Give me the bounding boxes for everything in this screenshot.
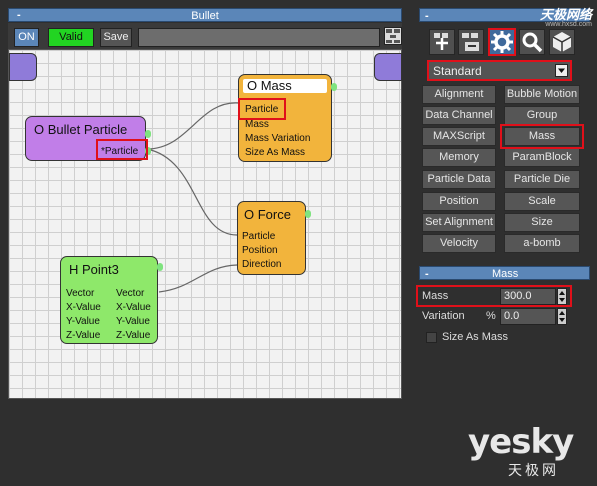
- mass-node-title: O Mass: [247, 78, 292, 93]
- yesky-watermark: yesky 天极网: [468, 424, 588, 482]
- force-out-port[interactable]: [305, 210, 311, 218]
- op-memory[interactable]: Memory: [422, 148, 496, 167]
- size-as-mass-label: Size As Mass: [442, 331, 509, 343]
- search-button[interactable]: [519, 29, 545, 55]
- mass-out-port[interactable]: [331, 83, 337, 91]
- op-mass[interactable]: Mass: [504, 127, 580, 146]
- point3-right-0: Vector: [116, 288, 145, 299]
- variation-label: Variation: [422, 310, 465, 322]
- variation-unit: %: [486, 310, 496, 322]
- op-bubble-motion[interactable]: Bubble Motion: [504, 85, 580, 104]
- gear-icon: [491, 31, 513, 53]
- yesky-brand-cn: 天极网: [508, 462, 559, 478]
- category-dropdown-value: Standard: [433, 64, 482, 78]
- op-maxscript[interactable]: MAXScript: [422, 127, 496, 146]
- op-velocity[interactable]: Velocity: [422, 234, 496, 253]
- node-graph-canvas[interactable]: O Bullet Particle *Particle O Mass Parti…: [8, 49, 402, 399]
- add-node-icon: [434, 33, 448, 50]
- op-paramblock[interactable]: ParamBlock: [504, 148, 580, 167]
- operator-grid: Alignment Bubble Motion Data Channel Gro…: [422, 85, 584, 260]
- bullet-particle-out-port-2[interactable]: [145, 147, 151, 155]
- point3-out-port[interactable]: [157, 263, 163, 271]
- graph-title-bar[interactable]: - Bullet: [8, 8, 402, 22]
- bullet-particle-node[interactable]: O Bullet Particle *Particle: [25, 116, 146, 161]
- bullet-particle-output: *Particle: [101, 146, 139, 157]
- variation-spinner[interactable]: [557, 308, 567, 325]
- op-particle-data[interactable]: Particle Data: [422, 170, 496, 189]
- script-name-field[interactable]: [138, 28, 380, 47]
- settings-button[interactable]: [488, 28, 516, 56]
- size-as-mass-checkbox[interactable]: [426, 332, 437, 343]
- category-dropdown[interactable]: Standard: [427, 60, 572, 81]
- op-group[interactable]: Group: [504, 106, 580, 125]
- chevron-down-icon[interactable]: [555, 64, 568, 77]
- mass-input-variation: Mass Variation: [245, 133, 311, 144]
- graph-wires: [146, 102, 240, 293]
- mass-rollout-bar[interactable]: - Mass: [419, 266, 590, 280]
- point3-right-3: Z-Value: [116, 330, 151, 341]
- mass-rollout-title: Mass: [492, 268, 519, 280]
- cube-icon: [552, 32, 572, 52]
- ops-collapse-icon[interactable]: -: [420, 10, 429, 22]
- op-alignment[interactable]: Alignment: [422, 85, 496, 104]
- op-a-bomb[interactable]: a-bomb: [504, 234, 580, 253]
- force-input-position: Position: [242, 245, 278, 256]
- valid-indicator: Valid: [48, 28, 94, 47]
- mass-input-particle: Particle: [245, 104, 279, 115]
- mass-rollout-collapse-icon[interactable]: -: [425, 267, 429, 281]
- point3-left-3: Z-Value: [66, 330, 101, 341]
- mass-input-size: Size As Mass: [245, 147, 306, 158]
- on-toggle-button[interactable]: ON: [14, 28, 39, 47]
- op-set-alignment[interactable]: Set Alignment: [422, 213, 496, 232]
- expand-icon: [462, 33, 479, 51]
- watermark-top-text: 天极网络: [539, 7, 592, 22]
- yesky-brand: yesky: [468, 422, 574, 462]
- op-size[interactable]: Size: [504, 213, 580, 232]
- force-input-direction: Direction: [242, 259, 282, 270]
- op-position[interactable]: Position: [422, 192, 496, 211]
- variation-value-input[interactable]: 0.0: [500, 308, 556, 325]
- watermark-top-url: www.hxsd.com: [545, 21, 592, 28]
- force-node-title: O Force: [244, 207, 291, 222]
- expand-node-button[interactable]: [458, 29, 484, 55]
- point3-title: H Point3: [69, 262, 119, 277]
- graph-title: Bullet: [191, 10, 219, 22]
- op-data-channel[interactable]: Data Channel: [422, 106, 496, 125]
- point3-right-2: Y-Value: [116, 316, 150, 327]
- point3-left-2: Y-Value: [66, 316, 100, 327]
- cube-button[interactable]: [549, 29, 575, 55]
- op-particle-die[interactable]: Particle Die: [504, 170, 580, 189]
- point3-right-1: X-Value: [116, 302, 151, 313]
- search-icon: [522, 32, 543, 53]
- force-node[interactable]: O Force Particle Position Direction: [237, 201, 306, 275]
- op-scale[interactable]: Scale: [504, 192, 580, 211]
- graph-layout-icon[interactable]: [384, 27, 402, 45]
- watermark-logo: 天极网络 www.hxsd.com: [496, 4, 592, 28]
- add-node-button[interactable]: [429, 29, 455, 55]
- collapse-icon[interactable]: -: [17, 8, 21, 22]
- bullet-particle-title: O Bullet Particle: [34, 122, 128, 137]
- force-input-particle: Particle: [242, 231, 276, 242]
- save-button[interactable]: Save: [100, 28, 132, 47]
- mass-label: Mass: [422, 290, 449, 302]
- point3-left-1: X-Value: [66, 302, 101, 313]
- point3-node[interactable]: H Point3 Vector X-Value Y-Value Z-Value …: [60, 256, 158, 344]
- graph-toolbar: ON Valid Save: [8, 23, 402, 49]
- mass-node[interactable]: O Mass Particle Mass Mass Variation Size…: [238, 74, 332, 162]
- mass-input-mass: Mass: [245, 119, 269, 130]
- mass-spinner[interactable]: [557, 288, 567, 305]
- point3-left-0: Vector: [66, 288, 95, 299]
- bullet-particle-out-port[interactable]: [145, 130, 151, 138]
- mass-value-input[interactable]: 300.0: [500, 288, 556, 305]
